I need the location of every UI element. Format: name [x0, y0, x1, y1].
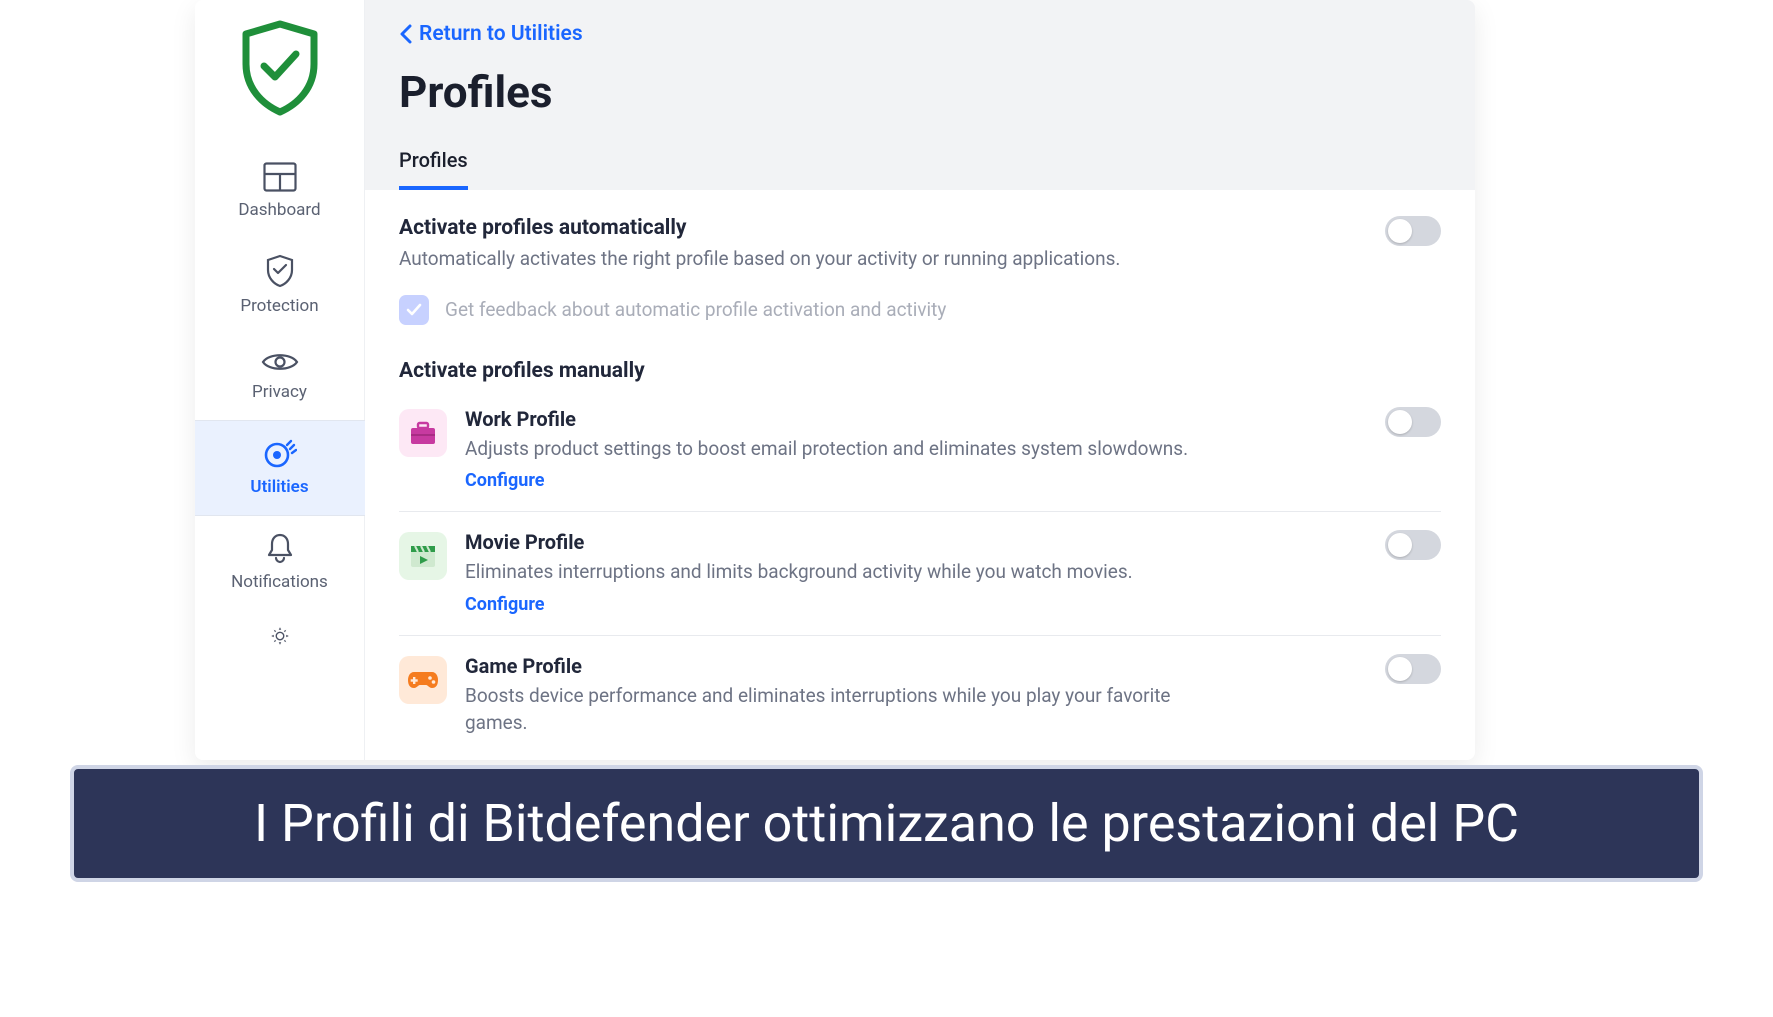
main-body: Activate profiles automatically Automati…: [365, 190, 1475, 760]
toggle-knob: [1388, 410, 1412, 434]
profile-work-toggle[interactable]: [1385, 407, 1441, 437]
auto-activate-toggle[interactable]: [1385, 216, 1441, 246]
dashboard-icon: [195, 162, 365, 192]
feedback-label: Get feedback about automatic profile act…: [445, 298, 946, 321]
profile-movie: Movie Profile Eliminates interruptions a…: [399, 511, 1441, 635]
profile-desc: Adjusts product settings to boost email …: [465, 435, 1225, 463]
tab-bar: Profiles: [399, 148, 1441, 190]
chevron-left-icon: [399, 24, 413, 44]
sidebar-item-protection[interactable]: Protection: [195, 238, 365, 334]
caption-banner: I Profili di Bitdefender ottimizzano le …: [70, 765, 1703, 882]
sidebar-item-label: Privacy: [195, 382, 365, 402]
toggle-knob: [1388, 219, 1412, 243]
sidebar-item-label: Notifications: [195, 572, 365, 592]
configure-link-work[interactable]: Configure: [465, 470, 1367, 491]
profile-desc: Boosts device performance and eliminates…: [465, 682, 1225, 737]
profile-title: Game Profile: [465, 654, 1367, 678]
shield-icon: [195, 254, 365, 288]
bell-icon: [195, 532, 365, 564]
auto-activate-title: Activate profiles automatically: [399, 216, 1365, 240]
feedback-checkbox[interactable]: [399, 295, 429, 325]
manual-activate-title: Activate profiles manually: [399, 359, 1441, 383]
sidebar-item-privacy[interactable]: Privacy: [195, 334, 365, 420]
sidebar-item-dashboard[interactable]: Dashboard: [195, 146, 365, 238]
gamepad-icon: [399, 656, 447, 704]
page-title: Profiles: [399, 66, 1441, 118]
eye-icon: [195, 350, 365, 374]
profile-game-toggle[interactable]: [1385, 654, 1441, 684]
toggle-knob: [1388, 533, 1412, 557]
sidebar-item-utilities[interactable]: Utilities: [195, 420, 365, 516]
tab-profiles[interactable]: Profiles: [399, 148, 468, 190]
profile-title: Work Profile: [465, 407, 1367, 431]
main-content: Return to Utilities Profiles Profiles Ac…: [365, 0, 1475, 760]
feedback-row: Get feedback about automatic profile act…: [399, 295, 1441, 325]
gear-icon: [195, 626, 365, 646]
back-link-label: Return to Utilities: [419, 22, 583, 46]
utilities-icon: [195, 437, 365, 469]
main-header: Return to Utilities Profiles Profiles: [365, 0, 1475, 190]
sidebar-item-notifications[interactable]: Notifications: [195, 516, 365, 610]
toggle-knob: [1388, 657, 1412, 681]
app-logo: [235, 18, 325, 118]
profile-title: Movie Profile: [465, 530, 1367, 554]
profile-movie-toggle[interactable]: [1385, 530, 1441, 560]
clapperboard-icon: [399, 532, 447, 580]
back-link[interactable]: Return to Utilities: [399, 22, 583, 46]
configure-link-movie[interactable]: Configure: [465, 594, 1367, 615]
sidebar-item-label: Utilities: [195, 477, 365, 497]
profile-game: Game Profile Boosts device performance a…: [399, 635, 1441, 757]
sidebar-item-label: Protection: [195, 296, 365, 316]
auto-activate-section: Activate profiles automatically Automati…: [399, 216, 1441, 273]
profile-desc: Eliminates interruptions and limits back…: [465, 558, 1225, 586]
auto-activate-subtitle: Automatically activates the right profil…: [399, 246, 1365, 273]
profile-list: Work Profile Adjusts product settings to…: [399, 389, 1441, 757]
briefcase-icon: [399, 409, 447, 457]
check-icon: [405, 301, 423, 319]
sidebar-item-settings[interactable]: [195, 610, 365, 654]
sidebar: Dashboard Protection Privacy: [195, 0, 365, 760]
profile-work: Work Profile Adjusts product settings to…: [399, 389, 1441, 512]
app-window: Dashboard Protection Privacy: [195, 0, 1475, 760]
sidebar-item-label: Dashboard: [195, 200, 365, 220]
